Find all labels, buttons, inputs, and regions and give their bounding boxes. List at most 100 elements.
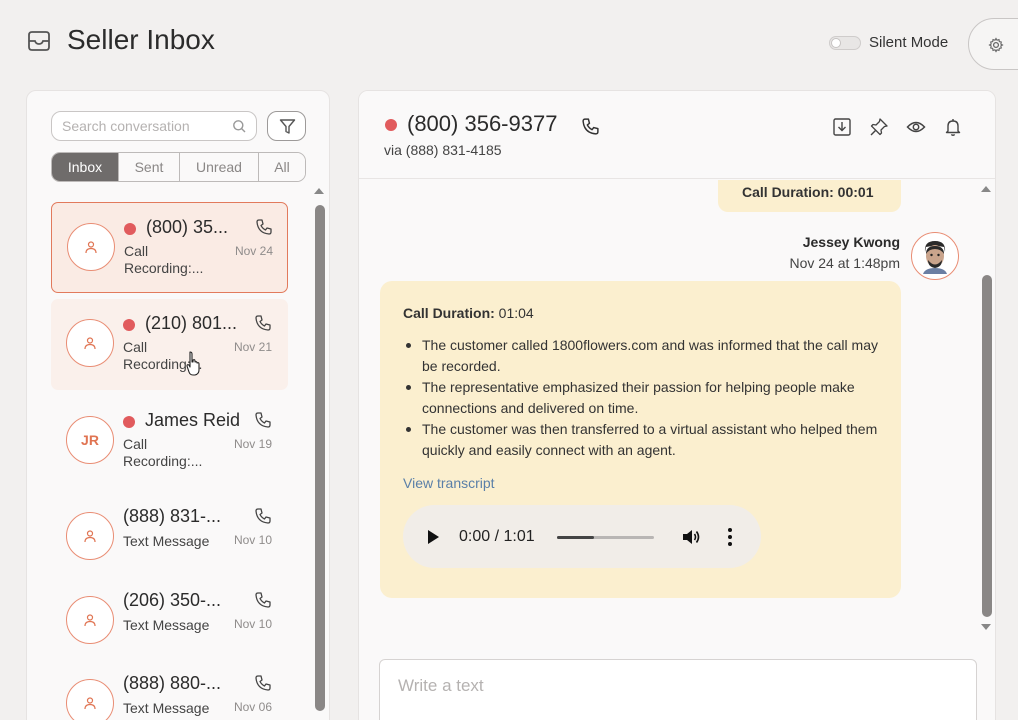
play-icon[interactable]	[428, 530, 439, 544]
call-summary-list: The customer called 1800flowers.com and …	[403, 335, 883, 461]
phone-icon[interactable]	[254, 411, 272, 429]
compose-box	[379, 659, 977, 720]
tab-inbox[interactable]: Inbox	[52, 153, 119, 181]
page-title: Seller Inbox	[67, 24, 215, 55]
conversation-date: Nov 06	[233, 700, 272, 714]
search-icon[interactable]	[232, 119, 247, 134]
avatar	[67, 223, 115, 271]
phone-icon[interactable]	[254, 674, 272, 692]
contact-phone-number: (800) 356-9377	[407, 111, 558, 136]
call-duration-label: Call Duration:	[403, 305, 495, 321]
phone-icon[interactable]	[581, 117, 600, 136]
volume-icon[interactable]	[681, 527, 701, 547]
scroll-up-arrow[interactable]	[314, 188, 324, 194]
conversation-preview: Call Recording:...	[123, 436, 203, 469]
conversation-date: Nov 24	[234, 244, 273, 258]
view-transcript-link[interactable]: View transcript	[403, 475, 495, 491]
conversation-item[interactable]: (206) 350-... Text Message Nov 10	[51, 576, 288, 667]
via-number: via (888) 831-4185	[384, 142, 502, 158]
conversation-item[interactable]: (888) 831-... Text Message Nov 10	[51, 492, 288, 583]
contact-name: (888) 831-...	[123, 506, 222, 526]
message-timestamp: Nov 24 at 1:48pm	[789, 255, 900, 271]
conversation-preview: Text Message	[123, 533, 210, 549]
sender-avatar	[911, 232, 959, 280]
audio-player: 0:00 / 1:01	[403, 505, 761, 568]
scroll-up-arrow[interactable]	[981, 186, 991, 192]
tab-unread[interactable]: Unread	[180, 153, 259, 181]
avatar	[66, 319, 114, 367]
message-thread: Call Duration: 00:01 Jessey Kwong Nov 24…	[359, 180, 995, 640]
contact-name: (800) 35...	[146, 217, 229, 237]
avatar	[66, 679, 114, 720]
unread-dot	[123, 416, 135, 428]
previous-message-text: Call Duration: 00:01	[742, 184, 874, 200]
unread-dot	[124, 223, 136, 235]
eye-icon[interactable]	[906, 117, 926, 137]
sender-name: Jessey Kwong	[802, 234, 900, 250]
conversation-preview: Call Recording:...	[124, 243, 204, 276]
conversation-date: Nov 10	[233, 533, 272, 547]
toggle-knob	[831, 38, 841, 48]
chat-header: (800) 356-9377 via (888) 831-4185	[359, 91, 995, 179]
conversation-item[interactable]: (210) 801... Call Recording:... Nov 21	[51, 299, 288, 390]
call-summary-bubble: Call Duration: 01:04 The customer called…	[380, 281, 901, 598]
chat-scrollbar[interactable]	[982, 275, 992, 617]
filter-icon	[279, 119, 296, 134]
filter-button[interactable]	[267, 111, 306, 141]
contact-name: (888) 880-...	[123, 673, 222, 693]
chat-panel: (800) 356-9377 via (888) 831-4185 Call D…	[358, 90, 996, 720]
conversation-date: Nov 21	[233, 340, 272, 354]
conversation-date: Nov 19	[233, 437, 272, 451]
bell-icon[interactable]	[943, 117, 963, 137]
person-icon	[84, 337, 96, 350]
call-duration-value: 01:04	[498, 305, 534, 321]
gear-icon	[988, 37, 1004, 53]
pin-icon[interactable]	[869, 117, 889, 137]
sidebar-scrollbar[interactable]	[315, 205, 325, 711]
conversation-preview: Text Message	[123, 617, 210, 633]
conversation-item[interactable]: JR James Reid Call Recording:... Nov 19	[51, 396, 288, 487]
previous-message-bubble: Call Duration: 00:01	[718, 180, 901, 212]
conversation-item[interactable]: (800) 35... Call Recording:... Nov 24	[51, 202, 288, 293]
silent-mode-label: Silent Mode	[869, 34, 949, 51]
conversation-preview: Text Message	[123, 700, 210, 716]
download-icon[interactable]	[832, 117, 852, 137]
mouse-cursor-icon	[186, 351, 200, 376]
summary-bullet: The customer called 1800flowers.com and …	[403, 335, 883, 377]
settings-button[interactable]	[968, 18, 1018, 70]
avatar	[66, 512, 114, 560]
contact-name: James Reid	[145, 410, 241, 430]
contact-name: (206) 350-...	[123, 590, 222, 610]
conversation-item[interactable]: (888) 880-... Text Message Nov 06	[51, 659, 288, 720]
phone-icon[interactable]	[254, 507, 272, 525]
search-box	[51, 111, 257, 141]
audio-progress-fill	[557, 536, 594, 539]
phone-icon[interactable]	[254, 591, 272, 609]
avatar	[66, 596, 114, 644]
inbox-icon	[28, 31, 50, 51]
search-input[interactable]	[62, 118, 227, 134]
person-icon	[84, 697, 96, 710]
scroll-down-arrow[interactable]	[981, 624, 991, 630]
person-icon	[84, 530, 96, 543]
folder-tabs: Inbox Sent Unread All	[51, 152, 306, 182]
avatar-initials: JR	[81, 432, 99, 448]
phone-icon[interactable]	[255, 218, 273, 236]
conversation-list: (800) 35... Call Recording:... Nov 24 (2…	[51, 202, 288, 720]
message-input[interactable]	[398, 676, 958, 716]
audio-time: 0:00 / 1:01	[459, 528, 535, 545]
person-icon	[85, 241, 97, 254]
contact-name: (210) 801...	[145, 313, 238, 333]
audio-progress-bar[interactable]	[557, 536, 654, 539]
top-header: Seller Inbox Silent Mode	[0, 0, 1018, 84]
tab-all[interactable]: All	[259, 153, 305, 181]
summary-bullet: The representative emphasized their pass…	[403, 377, 883, 419]
conversation-preview: Call Recording:...	[123, 339, 203, 372]
phone-icon[interactable]	[254, 314, 272, 332]
conversation-date: Nov 10	[233, 617, 272, 631]
tab-sent[interactable]: Sent	[119, 153, 180, 181]
silent-mode-toggle[interactable]	[829, 36, 861, 50]
more-options-icon[interactable]	[728, 527, 732, 547]
summary-bullet: The customer was then transferred to a v…	[403, 419, 883, 461]
person-icon	[84, 614, 96, 627]
